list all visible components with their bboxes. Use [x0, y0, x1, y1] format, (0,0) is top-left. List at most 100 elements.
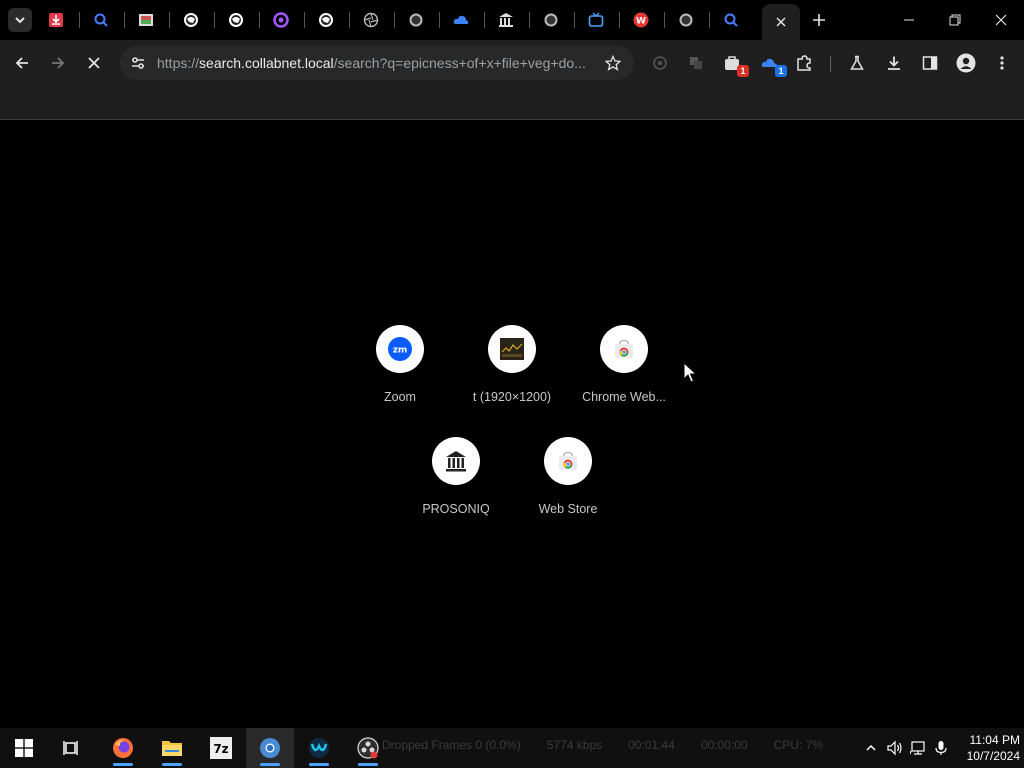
- shortcut-chrome-web-store[interactable]: Chrome Web...: [568, 325, 680, 404]
- back-button[interactable]: [8, 49, 36, 77]
- forward-button[interactable]: [44, 49, 72, 77]
- tune-icon: [132, 57, 144, 69]
- chevron-down-icon: [15, 17, 25, 24]
- magnifier-icon: [94, 13, 108, 27]
- folder-icon: [162, 741, 182, 756]
- downloads-button[interactable]: [880, 49, 908, 77]
- new-tab-button[interactable]: [808, 9, 830, 31]
- restore-icon: [949, 14, 961, 26]
- taskbar-webex[interactable]: [295, 728, 343, 768]
- restore-button[interactable]: [932, 0, 978, 40]
- windows-logo-icon: [15, 739, 33, 757]
- microphone-icon: [935, 741, 947, 755]
- shortcut-web-store[interactable]: Web Store: [512, 437, 624, 516]
- tab-cloud[interactable]: [439, 6, 483, 34]
- tab-globe-5[interactable]: [529, 6, 573, 34]
- download-icon: [888, 56, 900, 70]
- minimize-button[interactable]: [886, 0, 932, 40]
- task-view-icon: [63, 741, 78, 755]
- museum-icon: [446, 451, 466, 472]
- tab-purple[interactable]: [259, 6, 303, 34]
- windows-taskbar: 7z Dropped Frames 0 (0.0%) 5774 kbps 00:…: [0, 728, 1024, 768]
- red-w-icon: W: [633, 12, 649, 28]
- download-red-icon: [49, 13, 63, 27]
- close-window-button[interactable]: [978, 0, 1024, 40]
- chrome-web-store-icon: [615, 339, 633, 358]
- task-view-button[interactable]: [48, 728, 96, 768]
- magnifier-icon: [724, 13, 738, 27]
- more-vert-icon: [1000, 56, 1004, 70]
- profile-button[interactable]: [952, 49, 980, 77]
- chrome-web-store-icon: [559, 451, 577, 470]
- taskbar-chrome[interactable]: [246, 728, 294, 768]
- tab-search-button[interactable]: [8, 8, 32, 32]
- stream-time-text: 00:01:44: [628, 738, 675, 752]
- shortcut-label: PROSONIQ: [422, 502, 490, 516]
- globe-icon: [229, 13, 243, 27]
- cpu-text: CPU: 7%: [773, 738, 823, 752]
- plus-icon: [813, 14, 825, 26]
- shortcut-thumbnail[interactable]: t (1920×1200): [456, 325, 568, 404]
- shortcut-zoom[interactable]: zm Zoom: [344, 325, 456, 404]
- network-button[interactable]: [907, 728, 929, 768]
- menu-button[interactable]: [988, 49, 1016, 77]
- mouse-cursor-icon: [683, 362, 697, 383]
- speaker-icon: [887, 740, 902, 756]
- firefox-icon: [113, 738, 133, 758]
- tab-search-1[interactable]: [79, 6, 123, 34]
- tab-search-2[interactable]: [709, 6, 753, 34]
- close-icon: [995, 14, 1007, 26]
- puzzle-icon: [797, 55, 811, 71]
- 7zip-icon: 7z: [210, 737, 232, 759]
- svg-text:7z: 7z: [213, 742, 228, 756]
- extensions-button[interactable]: [790, 49, 818, 77]
- extension-bag-button[interactable]: 1: [718, 49, 749, 77]
- taskbar-firefox[interactable]: [99, 728, 147, 768]
- tab-museum[interactable]: [484, 6, 528, 34]
- tab-globe-6[interactable]: [664, 6, 708, 34]
- labs-button[interactable]: [843, 49, 871, 77]
- globe-icon: [544, 13, 558, 27]
- tray-overflow-button[interactable]: [860, 728, 882, 768]
- system-clock[interactable]: 11:04 PM 10/7/2024: [950, 732, 1020, 764]
- circle-extension-icon: [653, 56, 667, 70]
- url-path: /search?q=epicness+of+x+file+veg+do...: [333, 55, 586, 71]
- taskbar-7zip[interactable]: 7z: [197, 728, 245, 768]
- rec-time-text: 00:00:00: [700, 738, 748, 752]
- chrome-icon: [260, 738, 280, 758]
- url-text[interactable]: https://search.collabnet.local/search?q=…: [157, 55, 593, 71]
- shortcut-prosoniq[interactable]: PROSONIQ: [400, 437, 512, 516]
- start-button[interactable]: [0, 728, 48, 768]
- side-panel-button[interactable]: [916, 49, 944, 77]
- taskbar-file-explorer[interactable]: [148, 728, 196, 768]
- tv-icon: [588, 12, 604, 27]
- tab-globe-3[interactable]: [304, 6, 348, 34]
- chevron-up-icon: [866, 744, 876, 751]
- browser-toolbar: https://search.collabnet.local/search?q=…: [0, 40, 1024, 86]
- extension-tab-manager-button[interactable]: 1: [756, 49, 787, 77]
- stop-loading-button[interactable]: [80, 49, 108, 77]
- shortcut-tile: [432, 437, 480, 485]
- tab-red-w[interactable]: W: [619, 6, 663, 34]
- site-info-button[interactable]: [126, 51, 150, 75]
- shortcut-label: Chrome Web...: [582, 390, 666, 404]
- extension-circle-button[interactable]: [646, 49, 674, 77]
- shortcut-tile: [600, 325, 648, 373]
- tab-aperture[interactable]: [349, 6, 393, 34]
- tab-active[interactable]: [762, 4, 800, 40]
- bitrate-text: 5774 kbps: [546, 738, 603, 752]
- close-icon[interactable]: [775, 16, 787, 28]
- tab-tv[interactable]: [574, 6, 618, 34]
- tab-globe-4[interactable]: [394, 6, 438, 34]
- bookmark-star-button[interactable]: [602, 52, 624, 74]
- address-bar[interactable]: https://search.collabnet.local/search?q=…: [120, 46, 634, 80]
- tab-download[interactable]: [34, 6, 78, 34]
- microphone-button[interactable]: [930, 728, 952, 768]
- extension-copy-button[interactable]: [682, 49, 710, 77]
- tab-image[interactable]: [124, 6, 168, 34]
- clock-time: 11:04 PM: [969, 733, 1020, 747]
- tab-globe-1[interactable]: [169, 6, 213, 34]
- tab-globe-2[interactable]: [214, 6, 258, 34]
- tab-strip: W: [0, 0, 1024, 40]
- volume-button[interactable]: [884, 728, 906, 768]
